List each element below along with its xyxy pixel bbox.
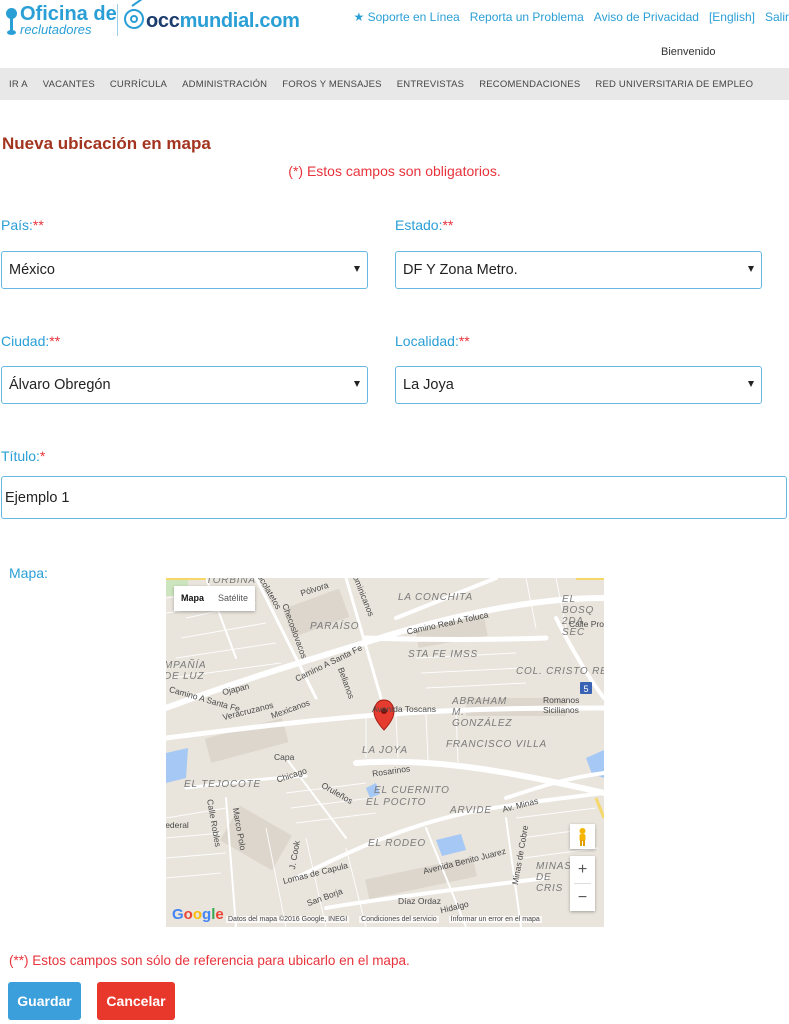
map-label-neighborhood: MPAÑÍA DE LUZ: [166, 660, 207, 682]
logo-subtitle: reclutadores: [20, 22, 92, 37]
map-type-satellite-button[interactable]: Satélite: [211, 586, 255, 611]
map-label-neighborhood: PARAÍSO: [310, 621, 360, 632]
map-data-attribution: Datos del mapa ©2016 Google, INEGI: [226, 916, 350, 923]
map-report-link[interactable]: Informar un error en el mapa: [448, 916, 542, 923]
caret-down-icon: [748, 381, 754, 387]
map-label-neighborhood: EL BOSQ 2DA SEC: [562, 594, 595, 638]
nav-item-administracion[interactable]: ADMINISTRACIÓN: [182, 79, 267, 90]
nav-item-curricula[interactable]: CURRÍCULA: [110, 79, 167, 90]
link-aviso-privacidad[interactable]: Aviso de Privacidad: [594, 10, 699, 24]
pais-select[interactable]: México: [1, 251, 368, 289]
map-label-neighborhood: LA JOYA: [362, 745, 408, 756]
map-label-neighborhood: LA CONCHITA: [398, 592, 473, 603]
caret-down-icon: [354, 266, 360, 272]
logo-site-prefix: occ: [146, 10, 180, 32]
map-label-street: Capa: [274, 752, 295, 762]
map-label-neighborhood: EL POCITO: [366, 797, 427, 808]
mapa-label: Mapa:: [9, 565, 48, 581]
logo-oficina-reclutadores[interactable]: Oficina de reclutadores: [4, 2, 117, 42]
nav-item-vacantes[interactable]: VACANTES: [43, 79, 95, 90]
svg-text:5: 5: [583, 684, 588, 694]
ciudad-value: Álvaro Obregón: [9, 377, 111, 393]
street-view-pegman-icon[interactable]: [570, 824, 595, 849]
cancel-button[interactable]: Cancelar: [97, 982, 175, 1020]
required-note: (*) Estos campos son obligatorios.: [288, 163, 501, 179]
caret-down-icon: [354, 381, 360, 387]
nav-item-recomendaciones[interactable]: RECOMENDACIONES: [479, 79, 580, 90]
nav-item-entrevistas[interactable]: ENTREVISTAS: [397, 79, 464, 90]
map-label-street: Calle Pro: [569, 619, 604, 629]
page-title: Nueva ubicación en mapa: [2, 134, 211, 153]
logo-site-suffix: mundial.com: [179, 10, 300, 32]
map-attribution: Datos del mapa ©2016 Google, INEGI Condi…: [226, 916, 542, 923]
map-label-street: Romanos: [543, 695, 580, 705]
welcome-text: Bienvenido: [661, 46, 716, 58]
map-terms-link[interactable]: Condiciones del servicio: [359, 916, 439, 923]
map-type-map-button[interactable]: Mapa: [174, 586, 211, 611]
link-salir[interactable]: Salir: [765, 10, 789, 24]
map-label-street: Díaz Ordaz: [398, 896, 441, 906]
estado-label: Estado:**: [395, 217, 454, 233]
localidad-select[interactable]: La Joya: [395, 366, 762, 404]
map-label-neighborhood: STA FE IMSS: [408, 649, 478, 660]
link-reporta-problema[interactable]: Reporta un Problema: [470, 10, 584, 24]
reference-note: (**) Estos campos son sólo de referencia…: [9, 953, 410, 968]
map-label-street: Sicilianos: [543, 705, 579, 715]
star-icon: ★: [353, 10, 365, 24]
nav-item-red-universitaria[interactable]: RED UNIVERSITARIA DE EMPLEO: [595, 79, 753, 90]
zoom-in-button[interactable]: +: [570, 856, 595, 883]
pais-label: País:**: [1, 217, 44, 233]
google-logo: Google: [172, 906, 224, 923]
target-icon: [124, 9, 144, 29]
map-label-neighborhood: ARVIDE: [450, 805, 492, 816]
estado-select[interactable]: DF Y Zona Metro.: [395, 251, 762, 289]
logo-divider: [117, 4, 118, 36]
logo-occmundial[interactable]: occmundial.com: [122, 0, 300, 37]
map-label-neighborhood: ABRAHAM M. GONZÁLEZ: [452, 696, 513, 729]
map-label-neighborhood: EL RODEO: [368, 838, 426, 849]
link-soporte[interactable]: ★ Soporte en Línea: [354, 10, 460, 24]
map-label-neighborhood: COL. CRISTO RE: [516, 666, 604, 677]
map-type-toggle: Mapa Satélite: [174, 586, 256, 611]
titulo-input[interactable]: [1, 476, 787, 519]
map-label-neighborhood: TORBINA: [206, 578, 256, 586]
ciudad-label: Ciudad:**: [1, 333, 61, 349]
save-button[interactable]: Guardar: [8, 982, 81, 1020]
map-label-street: Federal: [166, 820, 189, 830]
pais-value: México: [9, 262, 55, 278]
caret-down-icon: [748, 266, 754, 272]
map-label-neighborhood: EL CUERNITO: [374, 785, 450, 796]
nav-item-foros-mensajes[interactable]: FOROS Y MENSAJES: [282, 79, 381, 90]
top-links: ★ Soporte en Línea Reporta un Problema A…: [354, 10, 789, 24]
location-map[interactable]: 5 TORBINA PARAÍSO LA CONCHITA STA FE IMS…: [166, 578, 604, 927]
titulo-label: Título:*: [1, 448, 46, 464]
localidad-value: La Joya: [403, 377, 454, 393]
zoom-control: + −: [570, 856, 595, 911]
link-english[interactable]: [English]: [709, 10, 755, 24]
ciudad-select[interactable]: Álvaro Obregón: [1, 366, 368, 404]
localidad-label: Localidad:**: [395, 333, 470, 349]
estado-value: DF Y Zona Metro.: [403, 262, 518, 278]
map-label-neighborhood: FRANCISCO VILLA: [446, 739, 547, 750]
zoom-out-button[interactable]: −: [570, 884, 595, 911]
map-label-neighborhood: EL TEJOCOTE: [184, 779, 261, 790]
map-label-street: Avenida Toscans: [372, 704, 436, 714]
nav-item-ir-a[interactable]: IR A: [9, 79, 28, 90]
main-nav: IR A VACANTES CURRÍCULA ADMINISTRACIÓN F…: [0, 68, 789, 100]
